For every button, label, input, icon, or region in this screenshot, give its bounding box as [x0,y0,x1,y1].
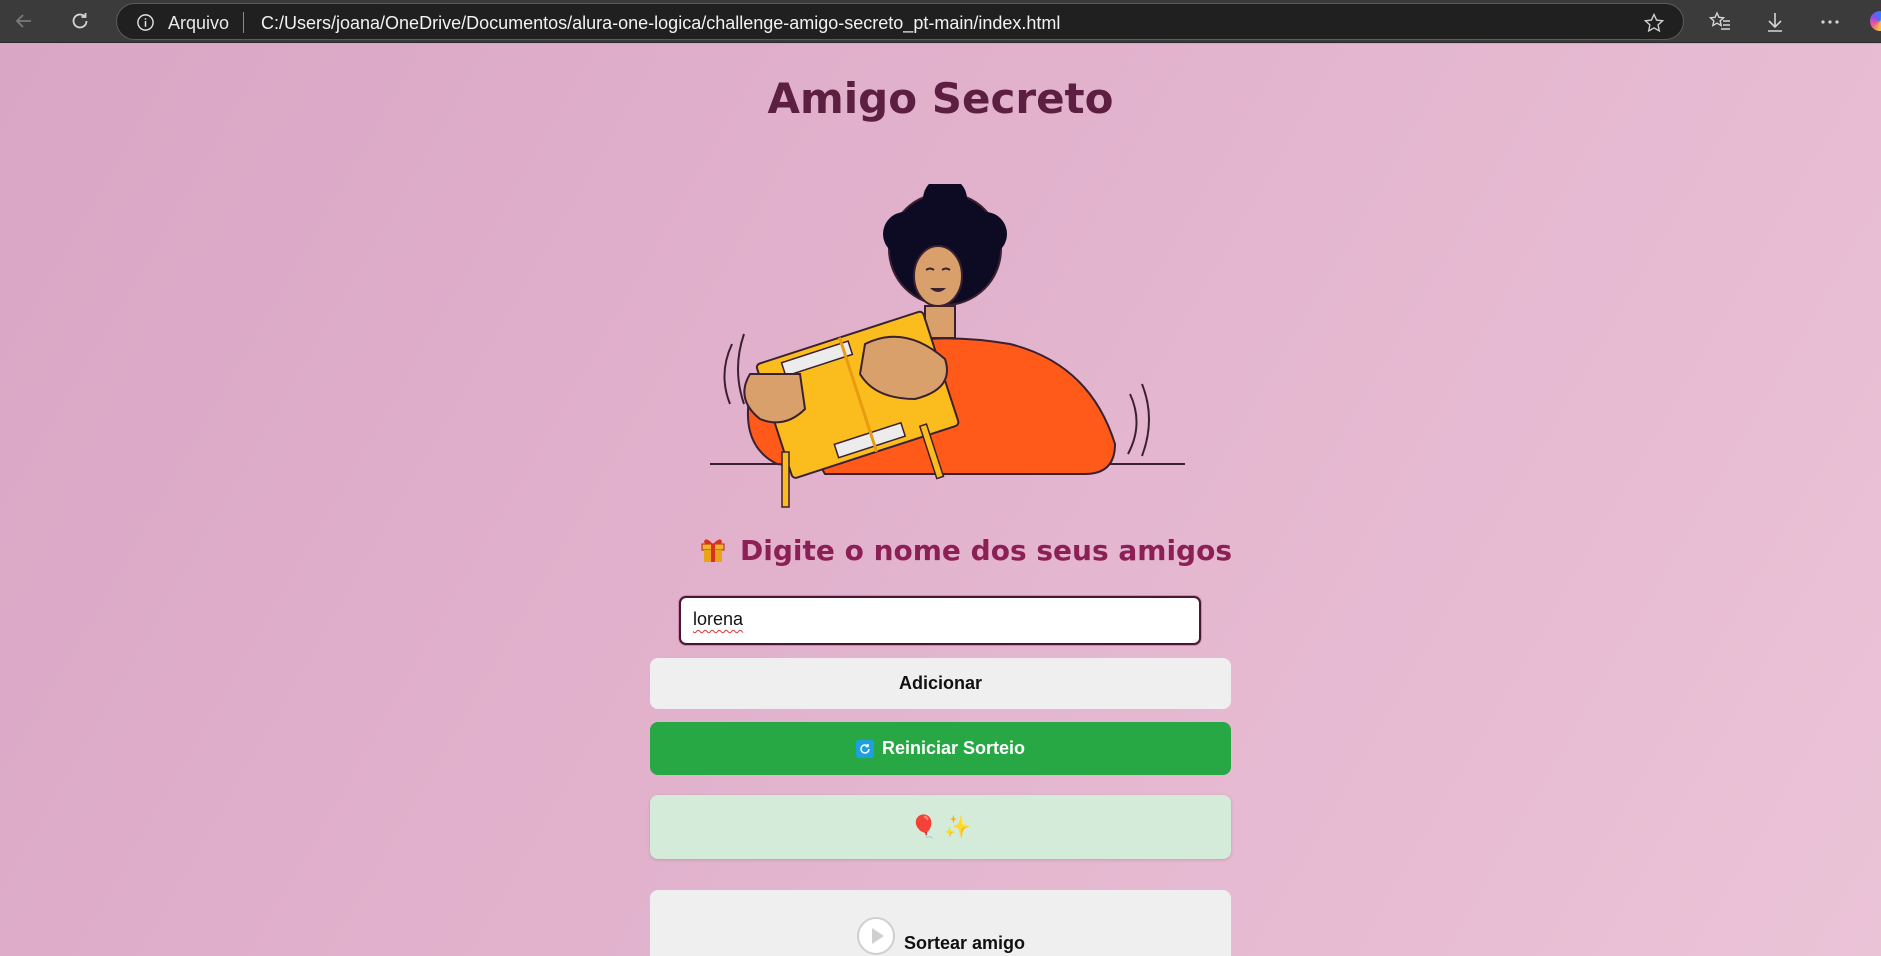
origin-label[interactable]: Arquivo [168,13,229,34]
page-title: Amigo Secreto [767,74,1114,123]
more-button[interactable] [1816,8,1844,36]
reset-draw-button[interactable]: Reiniciar Sorteio [650,722,1231,775]
add-button[interactable]: Adicionar [650,658,1231,709]
section-heading-text: Digite o nome dos seus amigos [740,534,1232,567]
download-icon [1768,13,1782,32]
info-icon[interactable] [136,13,155,32]
star-icon[interactable] [1643,12,1665,34]
reset-draw-label: Reiniciar Sorteio [881,738,1026,758]
refresh-icon [72,13,88,29]
back-button[interactable] [8,6,40,36]
friend-name-input[interactable] [679,596,1201,645]
back-icon [15,14,31,28]
draw-friend-button[interactable]: Sortear amigo [650,890,1231,956]
play-icon [856,917,895,955]
address-bar[interactable]: Arquivo C:/Users/joana/OneDrive/Document… [116,3,1684,40]
gift-icon [701,539,725,562]
copilot-icon[interactable] [1870,11,1881,31]
reset-icon [855,739,874,758]
downloads-button[interactable] [1761,8,1789,36]
more-icon [1821,20,1839,24]
result-box: 🎈 ✨ [650,795,1231,859]
draw-friend-label: Sortear amigo [903,933,1026,953]
favorites-button[interactable] [1706,8,1734,36]
divider [243,12,244,33]
browser-toolbar: Arquivo C:/Users/joana/OneDrive/Document… [0,0,1881,43]
person-with-gift-illustration [710,184,1185,508]
refresh-button[interactable] [64,6,96,36]
favorites-icon [1708,11,1730,30]
section-heading: Digite o nome dos seus amigos [700,534,1232,567]
url-text[interactable]: C:/Users/joana/OneDrive/Documentos/alura… [261,13,1060,34]
page-content: Amigo Secreto Digite o nome dos seus ami… [0,44,1881,956]
